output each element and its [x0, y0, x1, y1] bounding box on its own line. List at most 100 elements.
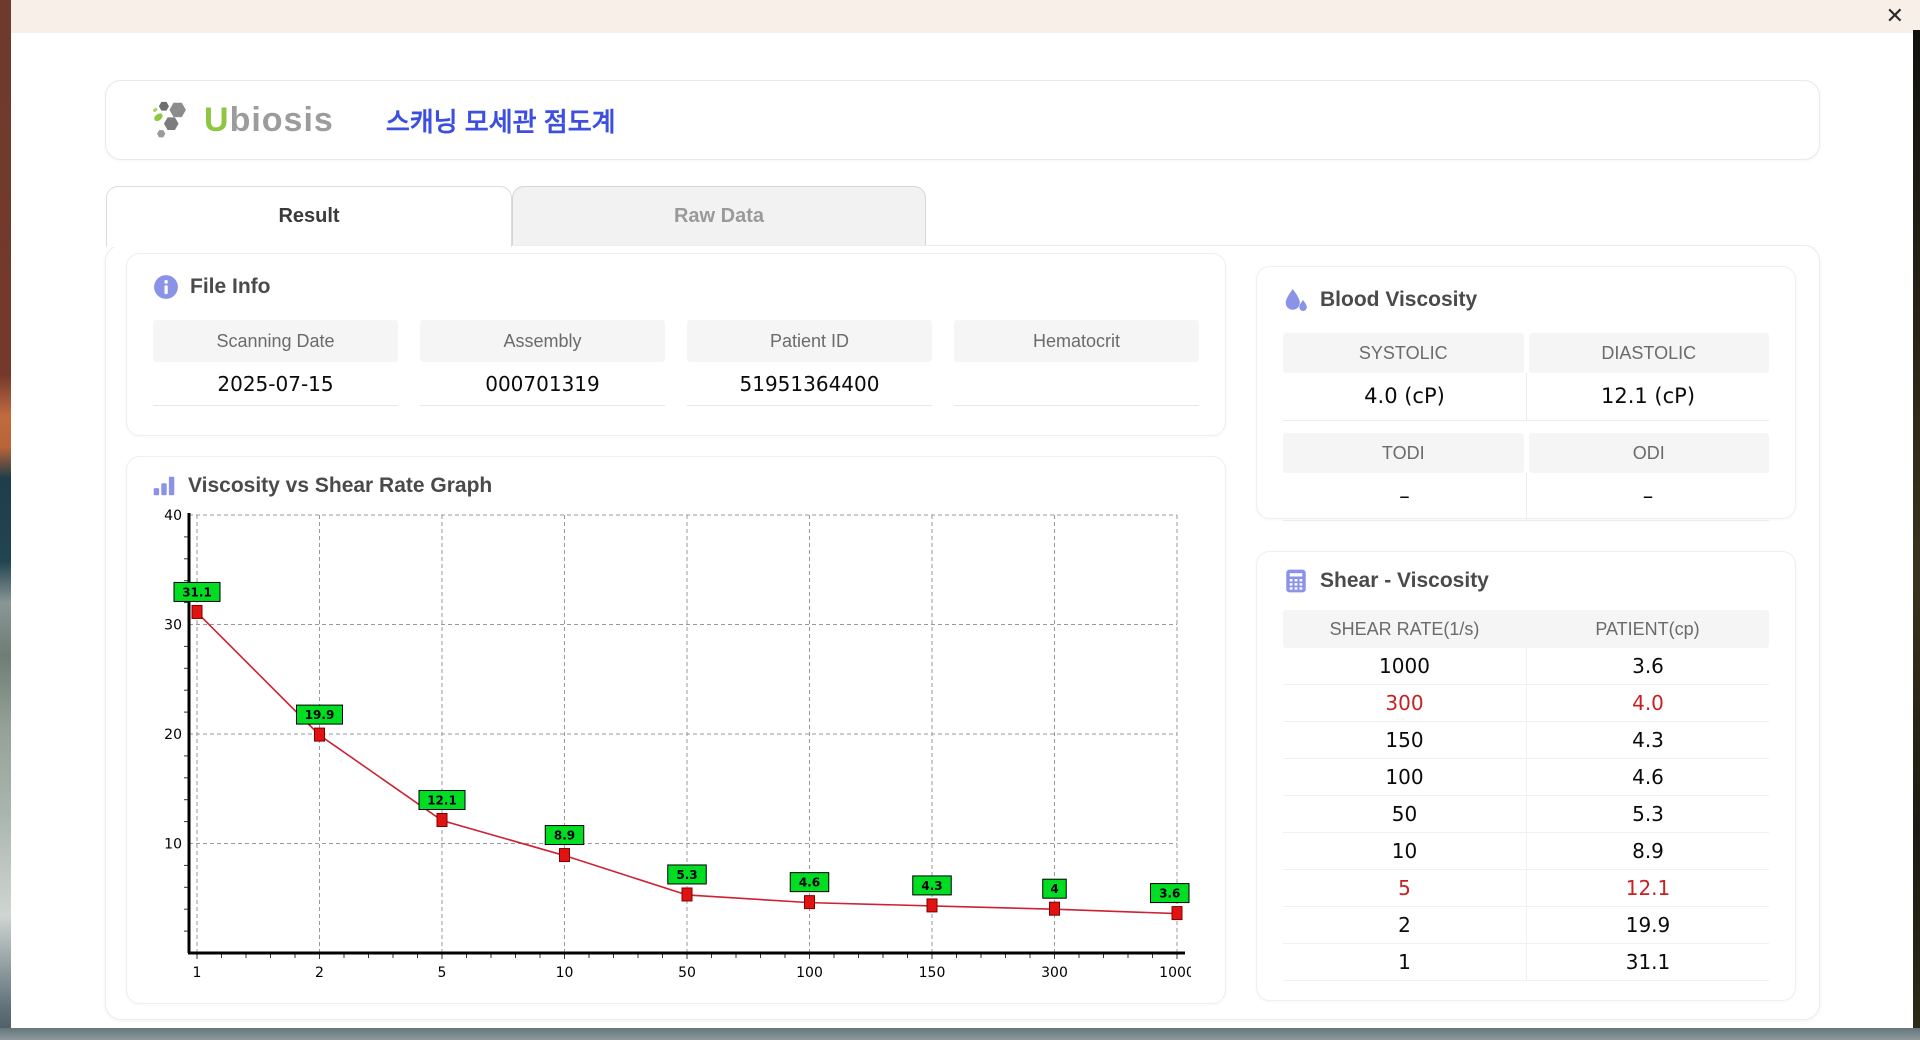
- bv-label: SYSTOLIC: [1283, 333, 1524, 373]
- field-label: Scanning Date: [153, 320, 398, 362]
- table-grid-icon: [1286, 569, 1306, 593]
- table-row: 2 19.9: [1283, 907, 1769, 944]
- bv-label: ODI: [1528, 433, 1769, 473]
- svg-text:100: 100: [796, 965, 823, 981]
- file-info-title: File Info: [190, 275, 271, 298]
- graph-heading: Viscosity vs Shear Rate Graph: [151, 473, 1201, 499]
- blood-viscosity-panel: Blood Viscosity SYSTOLIC DIASTOLIC 4.0 (cP…: [1256, 266, 1796, 521]
- svg-text:31.1: 31.1: [182, 585, 212, 599]
- patient-cell: 4.6: [1526, 759, 1769, 795]
- bv-label: DIASTOLIC: [1528, 333, 1769, 373]
- logo-rest: biosis: [229, 100, 334, 139]
- shear-rate-cell: 300: [1385, 691, 1424, 715]
- shear-table-body: 1000 3.6 300 4.0 150 4.3 100 4.6 50 5.3 10 8.9 5 12.1…: [1283, 648, 1769, 981]
- shear-viscosity-panel: Shear - Viscosity SHEAR RATE(1/s) PATIEN…: [1256, 551, 1796, 1001]
- field-value: 51951364400: [687, 362, 932, 406]
- shear-rate-cell: 5: [1398, 876, 1411, 900]
- file-info-field: Scanning Date 2025-07-15: [153, 320, 398, 406]
- viscosity-chart: 10 20 30 40 1 2 5 10 50 100 150 300 1000 31.1 19.9 12.1…: [164, 508, 1195, 981]
- patient-cell: 4.3: [1526, 722, 1769, 758]
- background-right-edge: [1913, 30, 1920, 1028]
- svg-text:1: 1: [193, 965, 202, 981]
- svg-text:5.3: 5.3: [676, 868, 697, 882]
- svg-text:150: 150: [919, 965, 946, 981]
- svg-text:50: 50: [678, 965, 696, 981]
- bv-value: 12.1 (cP): [1526, 373, 1769, 420]
- logo-letter-u: U: [204, 100, 230, 139]
- svg-text:300: 300: [1041, 965, 1068, 981]
- right-column: Blood Viscosity SYSTOLIC DIASTOLIC 4.0 (cP…: [1256, 266, 1796, 1001]
- file-info-fields: Scanning Date 2025-07-15 Assembly 000701319…: [153, 320, 1199, 406]
- svg-text:19.9: 19.9: [305, 708, 335, 722]
- patient-cell: 8.9: [1526, 833, 1769, 869]
- tab-raw-data[interactable]: Raw Data: [512, 186, 926, 245]
- svg-text:10: 10: [164, 837, 182, 853]
- file-info-heading: File Info: [153, 274, 1199, 300]
- table-row: 1 31.1: [1283, 944, 1769, 981]
- svg-text:12.1: 12.1: [427, 794, 457, 808]
- ubiosis-logo-icon: [153, 101, 186, 138]
- shear-rate-cell: 1: [1398, 950, 1411, 974]
- svg-text:5: 5: [438, 965, 447, 981]
- field-value: 000701319: [420, 362, 665, 406]
- blood-viscosity-table: SYSTOLIC DIASTOLIC 4.0 (cP) 12.1 (cP) TODI OD…: [1283, 333, 1769, 521]
- shear-viscosity-heading: Shear - Viscosity: [1283, 568, 1769, 594]
- patient-column-header: PATIENT(cp): [1595, 619, 1700, 639]
- blood-viscosity-heading: Blood Viscosity: [1283, 287, 1769, 313]
- table-row: 100 4.6: [1283, 759, 1769, 796]
- bv-value-row: – –: [1283, 473, 1769, 521]
- tab-content-panel: Result Raw Data File Info Scanning Date 2…: [105, 186, 1820, 1020]
- blood-viscosity-title: Blood Viscosity: [1320, 288, 1478, 311]
- table-row: 5 12.1: [1283, 870, 1769, 907]
- svg-text:20: 20: [164, 727, 182, 743]
- svg-text:40: 40: [164, 508, 182, 524]
- viscosity-graph-panel: Viscosity vs Shear Rate Graph 10 20 30 40 1 2…: [126, 456, 1226, 1004]
- droplets-icon: [1285, 289, 1307, 311]
- svg-text:3.6: 3.6: [1159, 887, 1180, 901]
- shear-rate-cell: 50: [1391, 802, 1418, 826]
- page-title: 스캐닝 모세관 점도계: [385, 106, 616, 137]
- patient-cell: 4.0: [1526, 685, 1769, 721]
- shear-rate-column-header: SHEAR RATE(1/s): [1329, 619, 1480, 639]
- shear-viscosity-title: Shear - Viscosity: [1320, 569, 1489, 592]
- shear-rate-cell: 150: [1385, 728, 1424, 752]
- table-row: 1000 3.6: [1283, 648, 1769, 685]
- patient-cell: 5.3: [1526, 796, 1769, 832]
- app-header: Ubiosis 스캐닝 모세관 점도계: [105, 80, 1820, 160]
- bv-header-row: SYSTOLIC DIASTOLIC: [1283, 333, 1769, 373]
- graph-title: Viscosity vs Shear Rate Graph: [188, 474, 493, 497]
- svg-text:4.6: 4.6: [799, 876, 820, 890]
- table-row: 300 4.0: [1283, 685, 1769, 722]
- patient-cell: 19.9: [1526, 907, 1769, 943]
- patient-cell: 3.6: [1526, 648, 1769, 684]
- shear-table-header: SHEAR RATE(1/s) PATIENT(cp): [1283, 610, 1769, 648]
- close-icon[interactable]: ✕: [1886, 4, 1904, 28]
- tab-result[interactable]: Result: [106, 186, 512, 247]
- patient-cell: 12.1: [1526, 870, 1769, 906]
- bar-chart-icon: [153, 476, 175, 496]
- table-row: 150 4.3: [1283, 722, 1769, 759]
- svg-text:8.9: 8.9: [554, 829, 575, 843]
- file-info-field: Hematocrit: [954, 320, 1199, 406]
- table-row: 50 5.3: [1283, 796, 1769, 833]
- svg-text:10: 10: [556, 965, 574, 981]
- logo-wordmark: Ubiosis: [204, 101, 334, 140]
- file-info-panel: File Info Scanning Date 2025-07-15 Assembl…: [126, 253, 1226, 436]
- left-column: File Info Scanning Date 2025-07-15 Assembl…: [126, 253, 1226, 1004]
- shear-rate-cell: 2: [1398, 913, 1411, 937]
- viscosity-chart-canvas: 10 20 30 40 1 2 5 10 50 100 150 300 1000 31.1 19.9 12.1…: [151, 507, 1201, 990]
- ubiosis-logo: Ubiosis: [152, 98, 334, 142]
- field-value: 2025-07-15: [153, 362, 398, 406]
- background-bottom-edge: [0, 1028, 1920, 1040]
- shear-rate-cell: 100: [1385, 765, 1424, 789]
- svg-text:4: 4: [1050, 882, 1058, 896]
- field-label: Assembly: [420, 320, 665, 362]
- svg-text:30: 30: [164, 618, 182, 634]
- bv-value: 4.0 (cP): [1364, 384, 1445, 408]
- bv-label: TODI: [1283, 433, 1524, 473]
- bv-value: –: [1399, 484, 1410, 508]
- bv-value: –: [1526, 473, 1769, 520]
- file-info-field: Patient ID 51951364400: [687, 320, 932, 406]
- background-left-edge: [0, 0, 11, 1040]
- svg-text:2: 2: [315, 965, 324, 981]
